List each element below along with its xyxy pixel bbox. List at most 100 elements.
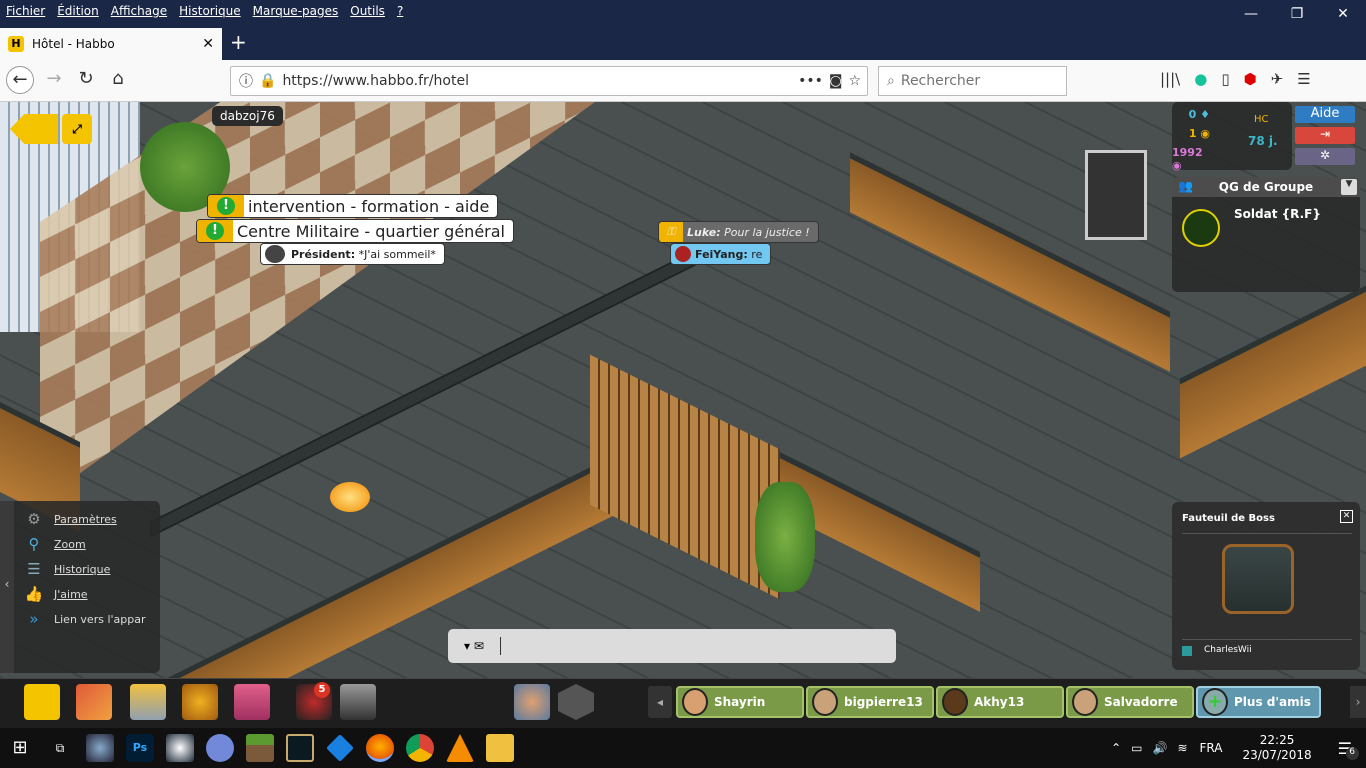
collapse-chevron-icon[interactable]: ‹	[0, 501, 14, 673]
menu-outils[interactable]: Outils	[350, 4, 385, 18]
task-view-icon[interactable]: ⧉	[46, 734, 74, 762]
tab-habbo[interactable]: H Hôtel - Habbo ✕	[0, 28, 222, 60]
diamond-icon: ♦	[1200, 108, 1210, 121]
url-bar[interactable]: ⓘ 🔒 https://www.habbo.fr/hotel ••• ◙ ☆	[230, 66, 868, 96]
habbo-favicon-icon: H	[8, 36, 24, 52]
adblock-icon[interactable]: ⬢	[1244, 70, 1257, 88]
close-icon[interactable]: ✕	[1340, 510, 1353, 523]
close-window-button[interactable]: ✕	[1320, 0, 1366, 28]
ducket-icon: ◉	[1172, 159, 1182, 172]
vlc-icon[interactable]	[446, 734, 474, 762]
camera-icon[interactable]	[340, 684, 376, 720]
chevron-down-icon[interactable]: ▼	[1341, 179, 1357, 195]
owner-icon	[1182, 646, 1192, 656]
friends-prev-button[interactable]: ◂	[648, 686, 672, 718]
language-indicator[interactable]: FRA	[1200, 741, 1223, 755]
close-tab-icon[interactable]: ✕	[202, 36, 214, 52]
room-info-bubble[interactable]: ! Centre Militaire - quartier général	[196, 219, 514, 243]
notification-count: 6	[1345, 746, 1359, 760]
habbo-room-view[interactable]: dabzoj76 ! intervention - formation - ai…	[0, 102, 1366, 678]
menu-history[interactable]: ☰ Historique	[24, 557, 146, 582]
app-icon[interactable]	[86, 734, 114, 762]
rooms-icon[interactable]	[76, 684, 112, 720]
group-name[interactable]: Soldat {R.F}	[1234, 207, 1321, 221]
chat-input[interactable]	[500, 637, 896, 655]
steam-icon[interactable]	[166, 734, 194, 762]
volume-icon[interactable]: 🔊	[1153, 741, 1168, 755]
discord-icon[interactable]	[206, 734, 234, 762]
new-tab-button[interactable]: +	[230, 30, 247, 54]
menu-icon[interactable]: ☰	[1297, 70, 1310, 88]
action-center-icon[interactable]: ☰ 6	[1338, 739, 1359, 760]
windows-taskbar: ⊞ ⧉ Ps ⌃ ▭ 🔊 ≋ FRA 22:25 23/07/2018 ☰ 6	[0, 728, 1366, 768]
menu-affichage[interactable]: Affichage	[111, 4, 167, 18]
friend-salvadorre[interactable]: Salvadorre	[1066, 686, 1194, 718]
search-bar[interactable]: ⌕ Rechercher	[878, 66, 1067, 96]
builders-club-icon[interactable]	[182, 684, 218, 720]
pocket-icon[interactable]: ◙	[829, 73, 843, 89]
settings-button[interactable]: ✲	[1295, 148, 1355, 165]
friends-next-button[interactable]: ›	[1350, 686, 1366, 718]
extension-icon[interactable]: ✈	[1271, 70, 1284, 88]
grammarly-icon[interactable]: ●	[1194, 70, 1207, 88]
logout-button[interactable]: ⇥	[1295, 127, 1355, 144]
inventory-icon[interactable]	[234, 684, 270, 720]
forward-button[interactable]: →	[40, 66, 68, 94]
exclamation-icon: !	[217, 197, 235, 215]
back-button[interactable]: ←	[6, 66, 34, 94]
reader-icon[interactable]: ▯	[1221, 70, 1229, 88]
tray-expand-icon[interactable]: ⌃	[1111, 741, 1121, 755]
minimize-button[interactable]: —	[1228, 0, 1274, 28]
photoshop-icon[interactable]: Ps	[126, 734, 154, 762]
firefox-icon[interactable]	[366, 734, 394, 762]
gear-icon: ⚙	[27, 509, 41, 528]
menu-fichier[interactable]: Fichier	[6, 4, 45, 18]
thumbs-up-icon: 👍	[24, 584, 44, 603]
help-button[interactable]: Aide	[1295, 106, 1355, 123]
credits-count: 1	[1188, 127, 1197, 140]
maximize-button[interactable]: ❐	[1274, 0, 1320, 28]
furni-owner[interactable]: CharlesWii	[1204, 645, 1252, 655]
group-badge-icon[interactable]	[1182, 209, 1220, 247]
chat-style-icon[interactable]: ▾ ✉	[448, 629, 500, 663]
chat-input-box[interactable]: ▾ ✉	[448, 629, 896, 663]
bookshelf[interactable]	[590, 354, 780, 600]
chat-bubble: FeiYang: re	[670, 243, 772, 265]
home-button[interactable]: ⌂	[104, 66, 132, 94]
notification-badge: 5	[314, 682, 330, 698]
habbo-home-icon[interactable]	[24, 684, 60, 720]
friend-bigpierre13[interactable]: bigpierre13	[806, 686, 934, 718]
group-header: QG de Groupe	[1218, 180, 1314, 194]
app-icon[interactable]	[326, 734, 354, 762]
user-name-tag: dabzoj76	[212, 106, 283, 126]
file-explorer-icon[interactable]	[486, 734, 514, 762]
menu-edition[interactable]: Édition	[57, 4, 99, 18]
windows-start-icon[interactable]: ⊞	[6, 734, 34, 762]
fullscreen-button[interactable]: ⤢	[62, 114, 92, 144]
menu-help[interactable]: ?	[397, 4, 403, 18]
room-info-bubble[interactable]: ! intervention - formation - aide	[207, 194, 499, 218]
menu-marque-pages[interactable]: Marque-pages	[253, 4, 339, 18]
friends-icon[interactable]	[514, 684, 550, 720]
menu-like[interactable]: 👍 J'aime	[24, 582, 146, 607]
league-icon[interactable]	[286, 734, 314, 762]
group-icon: 👥	[1178, 179, 1193, 193]
reload-button[interactable]: ↻	[72, 66, 100, 94]
friend-akhy13[interactable]: Akhy13	[936, 686, 1064, 718]
menu-zoom[interactable]: ⚲ Zoom	[24, 532, 146, 557]
friend-shayrin[interactable]: Shayrin	[676, 686, 804, 718]
info-icon[interactable]: ⓘ	[239, 71, 253, 91]
library-icon[interactable]: |||\	[1160, 70, 1180, 88]
bookmark-star-icon[interactable]: ☆	[848, 73, 861, 89]
menu-historique[interactable]: Historique	[179, 4, 241, 18]
minecraft-icon[interactable]	[246, 734, 274, 762]
page-actions-icon[interactable]: •••	[798, 73, 823, 89]
more-friends-button[interactable]: + Plus d'amis	[1196, 686, 1321, 718]
chrome-icon[interactable]	[406, 734, 434, 762]
menu-settings[interactable]: ⚙ Paramètres	[24, 507, 146, 532]
catalog-shop-icon[interactable]	[130, 684, 166, 720]
wifi-icon[interactable]: ≋	[1177, 741, 1187, 755]
menu-room-link[interactable]: » Lien vers l'appar	[24, 607, 145, 632]
battery-icon[interactable]: ▭	[1131, 741, 1142, 755]
clock[interactable]: 22:25 23/07/2018	[1242, 733, 1311, 763]
